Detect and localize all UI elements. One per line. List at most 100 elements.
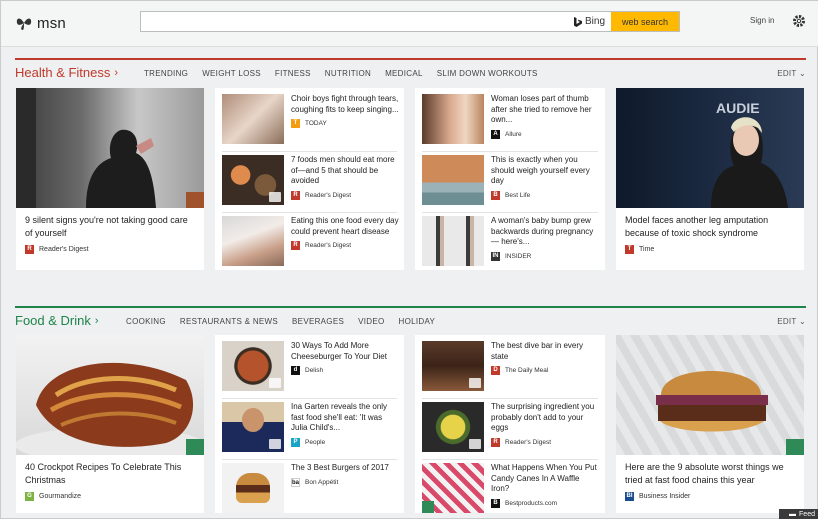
list-item[interactable]: Choir boys fight through tears, coughing…: [222, 94, 399, 152]
source-logo-icon: G: [25, 492, 34, 501]
gear-icon[interactable]: [791, 13, 807, 29]
nav-item[interactable]: RESTAURANTS & NEWS: [180, 317, 278, 326]
msn-logo[interactable]: msn: [15, 12, 66, 34]
hero-card[interactable]: Here are the 9 absolute worst things we …: [616, 335, 804, 513]
source: R Reader's Digest: [291, 241, 399, 251]
story-title[interactable]: This is exactly when you should weigh yo…: [491, 155, 599, 187]
list-item[interactable]: 30 Ways To Add More Cheeseburger To Your…: [222, 341, 399, 399]
source-logo-icon: D: [491, 366, 500, 376]
source: R Reader's Digest: [16, 245, 204, 254]
camera-icon: [269, 192, 281, 202]
food-nav: COOKING RESTAURANTS & NEWS BEVERAGES VID…: [126, 317, 449, 326]
story-title[interactable]: The best dive bar in every state: [491, 341, 599, 362]
story-title[interactable]: 7 foods men should eat more of—and 5 tha…: [291, 155, 399, 187]
source: P People: [291, 437, 399, 447]
hero-card[interactable]: AUDIE Model faces another leg amputation…: [616, 88, 804, 270]
play-icon: [422, 501, 434, 513]
thumbnail: [422, 341, 484, 391]
health-section: Health & Fitness › TRENDING WEIGHT LOSS F…: [1, 58, 818, 273]
chevron-right-icon: ›: [94, 314, 99, 327]
nav-item[interactable]: BEVERAGES: [292, 317, 344, 326]
source: B Best Life: [491, 190, 599, 200]
thumbnail: [222, 402, 284, 452]
list-item[interactable]: This is exactly when you should weigh yo…: [422, 155, 599, 213]
thumbnail: [222, 155, 284, 205]
camera-icon: [269, 439, 281, 449]
section-title[interactable]: Health & Fitness ›: [15, 65, 118, 80]
camera-icon: [786, 439, 804, 455]
list-item[interactable]: What Happens When You Put Candy Canes In…: [422, 463, 599, 519]
list-item[interactable]: The best dive bar in every state D The Da…: [422, 341, 599, 399]
nav-item[interactable]: TRENDING: [144, 69, 188, 78]
hero-caption[interactable]: Here are the 9 absolute worst things we …: [616, 455, 804, 492]
story-column: Choir boys fight through tears, coughing…: [215, 88, 404, 270]
thumbnail: [422, 155, 484, 205]
hero-card[interactable]: 40 Crockpot Recipes To Celebrate This Ch…: [16, 335, 204, 513]
health-header: Health & Fitness › TRENDING WEIGHT LOSS F…: [15, 58, 806, 86]
list-item[interactable]: A woman's baby bump grew backwards durin…: [422, 216, 599, 274]
web-search-button[interactable]: web search: [611, 12, 679, 31]
story-title[interactable]: 30 Ways To Add More Cheeseburger To Your…: [291, 341, 399, 362]
hero-caption[interactable]: 9 silent signs you're not taking good ca…: [16, 208, 204, 245]
source: T Time: [616, 245, 804, 254]
source-logo-icon: BI: [625, 492, 634, 501]
list-item[interactable]: The 3 Best Burgers of 2017 ba Bon Appétit: [222, 463, 399, 519]
source-logo-icon: T: [291, 119, 300, 129]
story-title[interactable]: Ina Garten reveals the only fast food sh…: [291, 402, 399, 434]
story-title[interactable]: Woman loses part of thumb after she trie…: [491, 94, 599, 126]
thumbnail: [222, 341, 284, 391]
hero-caption[interactable]: Model faces another leg amputation becau…: [616, 208, 804, 245]
feed-button[interactable]: ▬ Feed: [779, 509, 818, 519]
story-title[interactable]: The 3 Best Burgers of 2017: [291, 463, 399, 474]
thumbnail: [422, 402, 484, 452]
story-title[interactable]: What Happens When You Put Candy Canes In…: [491, 463, 599, 495]
camera-icon: [469, 439, 481, 449]
list-item[interactable]: Ina Garten reveals the only fast food sh…: [222, 402, 399, 460]
header-bar: msn Bing web search Sign in: [1, 1, 818, 47]
source-logo-icon: R: [291, 241, 300, 251]
butterfly-icon: [16, 18, 32, 30]
nav-item[interactable]: WEIGHT LOSS: [202, 69, 261, 78]
hero-card[interactable]: 9 silent signs you're not taking good ca…: [16, 88, 204, 270]
story-title[interactable]: The surprising ingredient you probably d…: [491, 402, 599, 434]
story-title[interactable]: Choir boys fight through tears, coughing…: [291, 94, 399, 115]
hero-image: [16, 88, 204, 208]
edit-button[interactable]: EDIT ⌄: [777, 69, 806, 78]
source-logo-icon: T: [625, 245, 634, 254]
thumbnail: [222, 463, 284, 513]
edit-button[interactable]: EDIT ⌄: [777, 317, 806, 326]
search-input[interactable]: [141, 12, 568, 31]
list-item[interactable]: 7 foods men should eat more of—and 5 tha…: [222, 155, 399, 213]
food-section: Food & Drink › COOKING RESTAURANTS & NEWS…: [1, 306, 818, 519]
nav-item[interactable]: VIDEO: [358, 317, 384, 326]
list-item[interactable]: Eating this one food every day could pre…: [222, 216, 399, 274]
source: d Delish: [291, 366, 399, 376]
nav-item[interactable]: MEDICAL: [385, 69, 423, 78]
list-item[interactable]: The surprising ingredient you probably d…: [422, 402, 599, 460]
source-logo-icon: B: [491, 498, 500, 508]
bing-icon: [573, 16, 582, 27]
hero-caption[interactable]: 40 Crockpot Recipes To Celebrate This Ch…: [16, 455, 204, 492]
nav-item[interactable]: FITNESS: [275, 69, 311, 78]
source-logo-icon: P: [291, 437, 300, 447]
nav-item[interactable]: NUTRITION: [325, 69, 371, 78]
food-header: Food & Drink › COOKING RESTAURANTS & NEWS…: [15, 306, 806, 334]
thumbnail: [422, 463, 484, 513]
source: R Reader's Digest: [291, 190, 399, 200]
source-logo-icon: R: [491, 437, 500, 447]
story-title[interactable]: Eating this one food every day could pre…: [291, 216, 399, 237]
nav-item[interactable]: SLIM DOWN WORKOUTS: [437, 69, 538, 78]
list-item[interactable]: Woman loses part of thumb after she trie…: [422, 94, 599, 152]
nav-item[interactable]: HOLIDAY: [399, 317, 436, 326]
source-logo-icon: R: [25, 245, 34, 254]
signin-link[interactable]: Sign in: [750, 16, 774, 25]
camera-icon: [186, 439, 204, 455]
section-title[interactable]: Food & Drink ›: [15, 313, 99, 328]
search-box: Bing web search: [140, 11, 680, 32]
source: B Bestproducts.com: [491, 498, 599, 508]
logo-text: msn: [37, 14, 66, 32]
source: A Allure: [491, 129, 599, 139]
nav-item[interactable]: COOKING: [126, 317, 166, 326]
hero-image: [16, 335, 204, 455]
story-title[interactable]: A woman's baby bump grew backwards durin…: [491, 216, 599, 248]
